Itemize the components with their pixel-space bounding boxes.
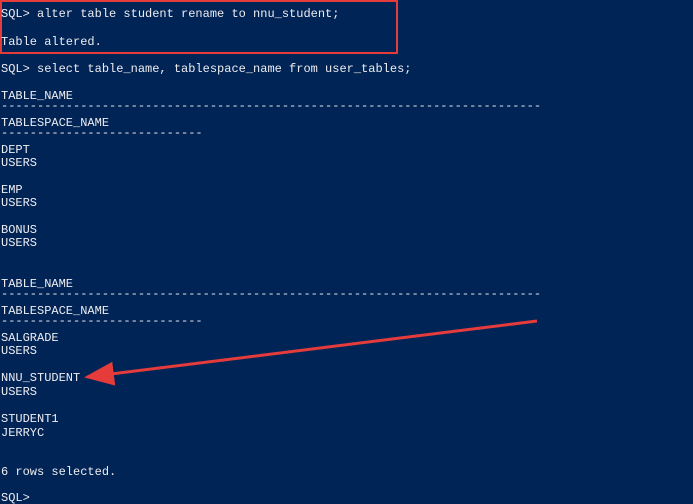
tablespace-name-cell: JERRYC (1, 426, 45, 440)
command-line-rename: SQL> alter table student rename to nnu_s… (1, 7, 340, 21)
command-line-select: SQL> select table_name, tablespace_name … (1, 62, 412, 76)
table-name-cell-highlighted: NNU_STUDENT (1, 371, 81, 385)
terminal-window[interactable]: SQL> alter table student rename to nnu_s… (0, 0, 693, 504)
table-name-cell: DEPT (1, 143, 30, 157)
header-divider-long: ----------------------------------------… (1, 99, 541, 113)
rows-selected-footer: 6 rows selected. (1, 465, 117, 479)
table-name-cell: SALGRADE (1, 331, 59, 345)
header-divider-long: ----------------------------------------… (1, 287, 541, 301)
tablespace-name-cell: USERS (1, 236, 38, 250)
tablespace-name-cell: USERS (1, 344, 38, 358)
result-line-altered: Table altered. (1, 35, 102, 49)
header-divider-short: ------------------------------ (1, 314, 203, 328)
table-name-cell: EMP (1, 183, 23, 197)
tablespace-name-cell: USERS (1, 385, 38, 399)
table-name-cell: BONUS (1, 223, 38, 237)
arrow-line (84, 319, 538, 386)
table-name-cell: STUDENT1 (1, 412, 59, 426)
tablespace-name-cell: USERS (1, 156, 38, 170)
header-divider-short: ------------------------------ (1, 126, 203, 140)
tablespace-name-cell: USERS (1, 196, 38, 210)
input-prompt[interactable]: SQL> (1, 491, 30, 504)
